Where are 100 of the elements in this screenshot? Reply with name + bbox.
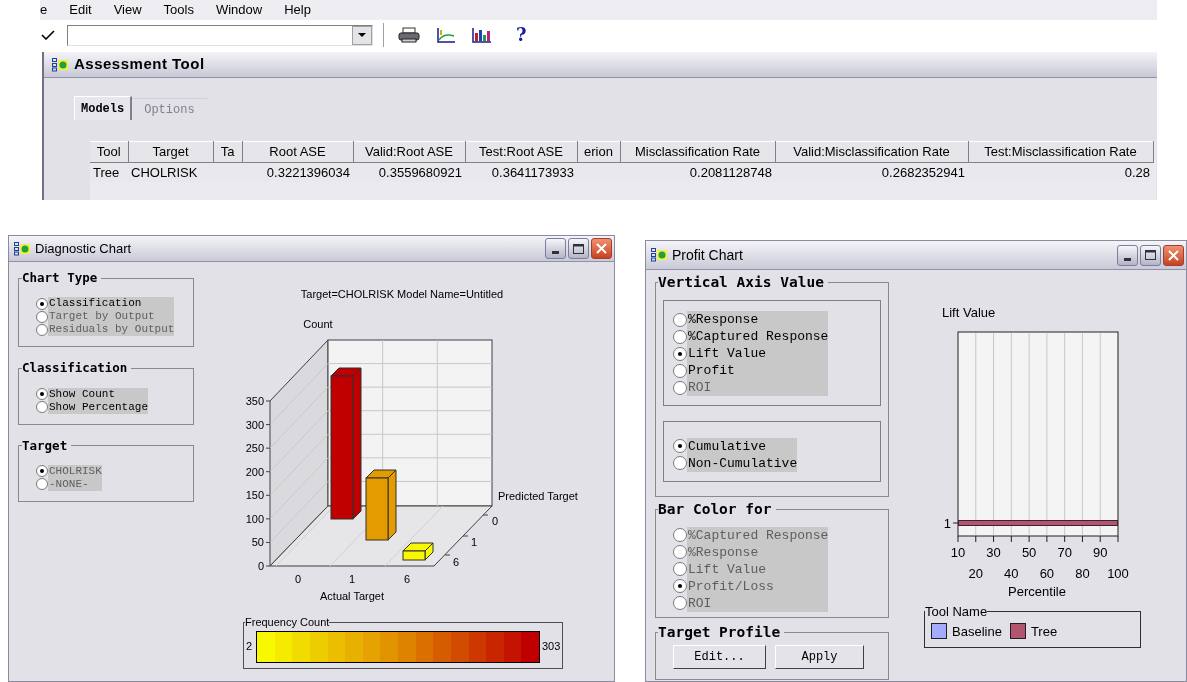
chart-button[interactable] [472, 27, 492, 43]
column-header[interactable]: Valid:Misclassification Rate [775, 141, 968, 162]
close-button[interactable] [591, 238, 612, 259]
combo-box[interactable] [67, 24, 373, 46]
menu-item[interactable]: Edit [69, 2, 92, 18]
minimize-button[interactable] [1117, 244, 1138, 266]
menu-item[interactable]: Help [284, 2, 311, 18]
column-header[interactable]: Test:Misclassification Rate [968, 141, 1153, 162]
minimize-icon [552, 251, 559, 254]
group-title: Classification [22, 359, 129, 378]
column-header[interactable]: Valid:Root ASE [353, 141, 465, 162]
axis-tick-label: 80 [1075, 566, 1090, 581]
axis-tick-label: 100 [245, 512, 264, 525]
radio-button[interactable] [673, 312, 687, 327]
group-title: Target [22, 436, 69, 455]
axis-tick-label: 0 [294, 573, 302, 585]
option-label: Profit [687, 362, 829, 380]
axis-tick-label: 10 [950, 545, 966, 560]
close-icon [596, 243, 607, 254]
chart-button[interactable] [436, 27, 456, 43]
caret-icon [358, 33, 366, 37]
app-icon [651, 248, 667, 262]
axis-tick-label: 50 [251, 536, 264, 549]
menu-item[interactable]: Tools [163, 2, 194, 18]
line-chart-icon [436, 27, 456, 43]
option-label: Lift Value [687, 345, 829, 363]
app-icon [52, 57, 68, 72]
axis-tick-label: 30 [986, 545, 1001, 560]
menu-item[interactable]: Window [215, 2, 263, 18]
maximize-button[interactable] [568, 238, 589, 259]
axis-tick-label: 300 [245, 418, 264, 431]
axis-tick-label: 1 [943, 516, 951, 531]
help-button[interactable]: ? [516, 26, 527, 44]
radio-button[interactable] [36, 401, 48, 413]
close-button[interactable] [1163, 244, 1184, 266]
maximize-icon [573, 243, 584, 254]
radio-button[interactable] [36, 388, 48, 400]
axis-title: Predicted Target [498, 490, 578, 502]
window-title: Diagnostic Chart [35, 239, 132, 258]
group-title: Target Profile [658, 622, 782, 642]
legend-title: Frequency Count [245, 615, 330, 630]
axis-tick-label: 1 [471, 536, 478, 548]
axis-tick-label: 70 [1057, 545, 1072, 560]
axis-tick-label: 200 [245, 465, 264, 478]
option-label: Target by Output [48, 310, 175, 324]
tab[interactable]: Models [74, 96, 133, 120]
column-header[interactable]: Target [128, 141, 213, 162]
option-label: Cumulative [687, 437, 798, 455]
axis-title: Actual Target [320, 590, 384, 602]
axis-tick-label: 90 [1093, 545, 1108, 560]
legend-label: Tree [1030, 622, 1058, 641]
axis-tick-label: 6 [403, 573, 411, 585]
menu-item[interactable]: e [40, 2, 48, 18]
axis-tick-label: 1 [348, 573, 356, 585]
axis-title: Percentile [1008, 584, 1066, 599]
axis-tick-label: 20 [968, 566, 983, 581]
profile-button[interactable]: Apply [775, 645, 864, 670]
maximize-icon [1145, 250, 1156, 260]
minimize-button[interactable] [545, 238, 566, 259]
legend-label: Baseline [952, 622, 1002, 641]
column-header[interactable]: Tool [90, 141, 128, 162]
radio-button[interactable] [36, 297, 48, 310]
scale-min-label: 2 [246, 639, 254, 655]
axis-tick-label: 0 [492, 515, 499, 527]
column-header[interactable]: Ta [213, 141, 242, 162]
column-header[interactable]: Root ASE [242, 141, 353, 162]
option-label: Show Count [48, 387, 149, 401]
maximize-button[interactable] [1140, 244, 1161, 266]
radio-button[interactable] [673, 439, 687, 454]
option-label: CHOLRISK [48, 464, 102, 478]
column-header[interactable]: erion [577, 141, 620, 162]
dropdown-button[interactable] [352, 25, 372, 45]
window-title: Profit Chart [672, 245, 743, 265]
group-title: Bar Color for [658, 499, 773, 519]
axis-tick-label: 50 [1021, 545, 1037, 560]
window-title: Assessment Tool [74, 54, 205, 75]
close-icon [1168, 249, 1179, 261]
column-header[interactable]: Test:Root ASE [465, 141, 577, 162]
option-label: Classification [48, 297, 175, 311]
radio-button[interactable] [673, 346, 687, 361]
axis-tick-label: 150 [245, 489, 264, 502]
axis-tick-label: 250 [245, 442, 264, 455]
profile-button[interactable]: Edit... [673, 645, 766, 670]
option-label: ROI [687, 379, 829, 397]
check-icon [41, 30, 55, 40]
axis-tick-label: 0 [257, 560, 264, 572]
axis-tick-label: 6 [453, 556, 460, 568]
option-label: %Captured Response [687, 328, 829, 346]
minimize-icon [1124, 257, 1131, 261]
scale-max-label: 303 [542, 639, 561, 655]
chart-title: Target=CHOLRISK Model Name=Untitled [300, 288, 504, 300]
column-header[interactable]: Misclassification Rate [620, 141, 775, 162]
menu-item[interactable]: View [113, 2, 142, 18]
print-button[interactable] [398, 27, 420, 43]
radio-button[interactable] [673, 329, 687, 344]
axis-tick-label: 350 [245, 395, 264, 407]
option-label: %Captured Response [687, 526, 829, 544]
radio-button[interactable] [673, 456, 687, 471]
radio-button[interactable] [673, 363, 687, 378]
legend-title: Tool Name [925, 603, 988, 621]
